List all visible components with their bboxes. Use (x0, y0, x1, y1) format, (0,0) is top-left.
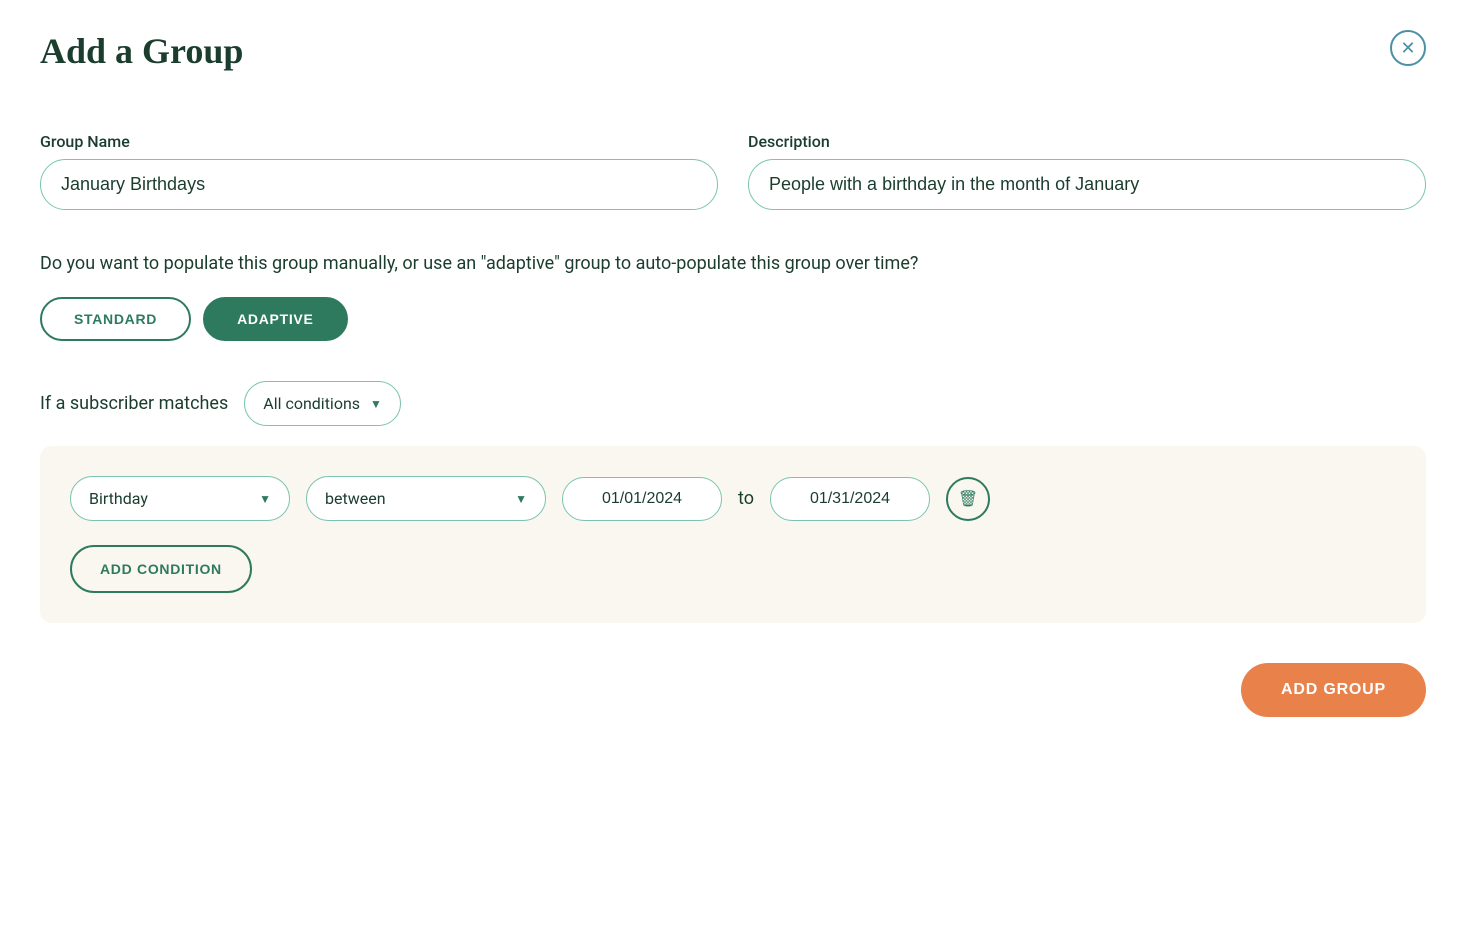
description-label: Description (748, 132, 1426, 151)
subscriber-match-label: If a subscriber matches (40, 393, 228, 414)
adaptive-button[interactable]: ADAPTIVE (203, 297, 347, 341)
field-dropdown[interactable]: Birthday ▼ (70, 476, 290, 521)
field-value: Birthday (89, 489, 249, 508)
conditions-panel: Birthday ▼ between ▼ to 🗑 ADD CONDITION (40, 446, 1426, 623)
group-name-group: Group Name (40, 132, 718, 210)
standard-button[interactable]: STANDARD (40, 297, 191, 341)
operator-dropdown[interactable]: between ▼ (306, 476, 546, 521)
conditions-dropdown[interactable]: All conditions ▼ (244, 381, 401, 426)
page-title: Add a Group (40, 30, 243, 72)
operator-value: between (325, 489, 505, 508)
group-type-question: Do you want to populate this group manua… (40, 250, 1426, 277)
condition-row: Birthday ▼ between ▼ to 🗑 (70, 476, 1396, 521)
to-label: to (738, 488, 754, 509)
close-icon: ✕ (1400, 38, 1415, 59)
chevron-down-icon: ▼ (515, 492, 527, 506)
group-name-input[interactable] (40, 159, 718, 210)
chevron-down-icon: ▼ (370, 397, 382, 411)
trash-icon: 🗑 (958, 489, 978, 509)
date-from-input[interactable] (562, 477, 722, 521)
description-group: Description (748, 132, 1426, 210)
conditions-value: All conditions (263, 394, 360, 413)
delete-condition-button[interactable]: 🗑 (946, 477, 990, 521)
chevron-down-icon: ▼ (259, 492, 271, 506)
add-group-button[interactable]: ADD GROUP (1241, 663, 1426, 717)
close-button[interactable]: ✕ (1390, 30, 1426, 66)
add-condition-button[interactable]: ADD CONDITION (70, 545, 252, 593)
group-name-label: Group Name (40, 132, 718, 151)
description-input[interactable] (748, 159, 1426, 210)
date-to-input[interactable] (770, 477, 930, 521)
